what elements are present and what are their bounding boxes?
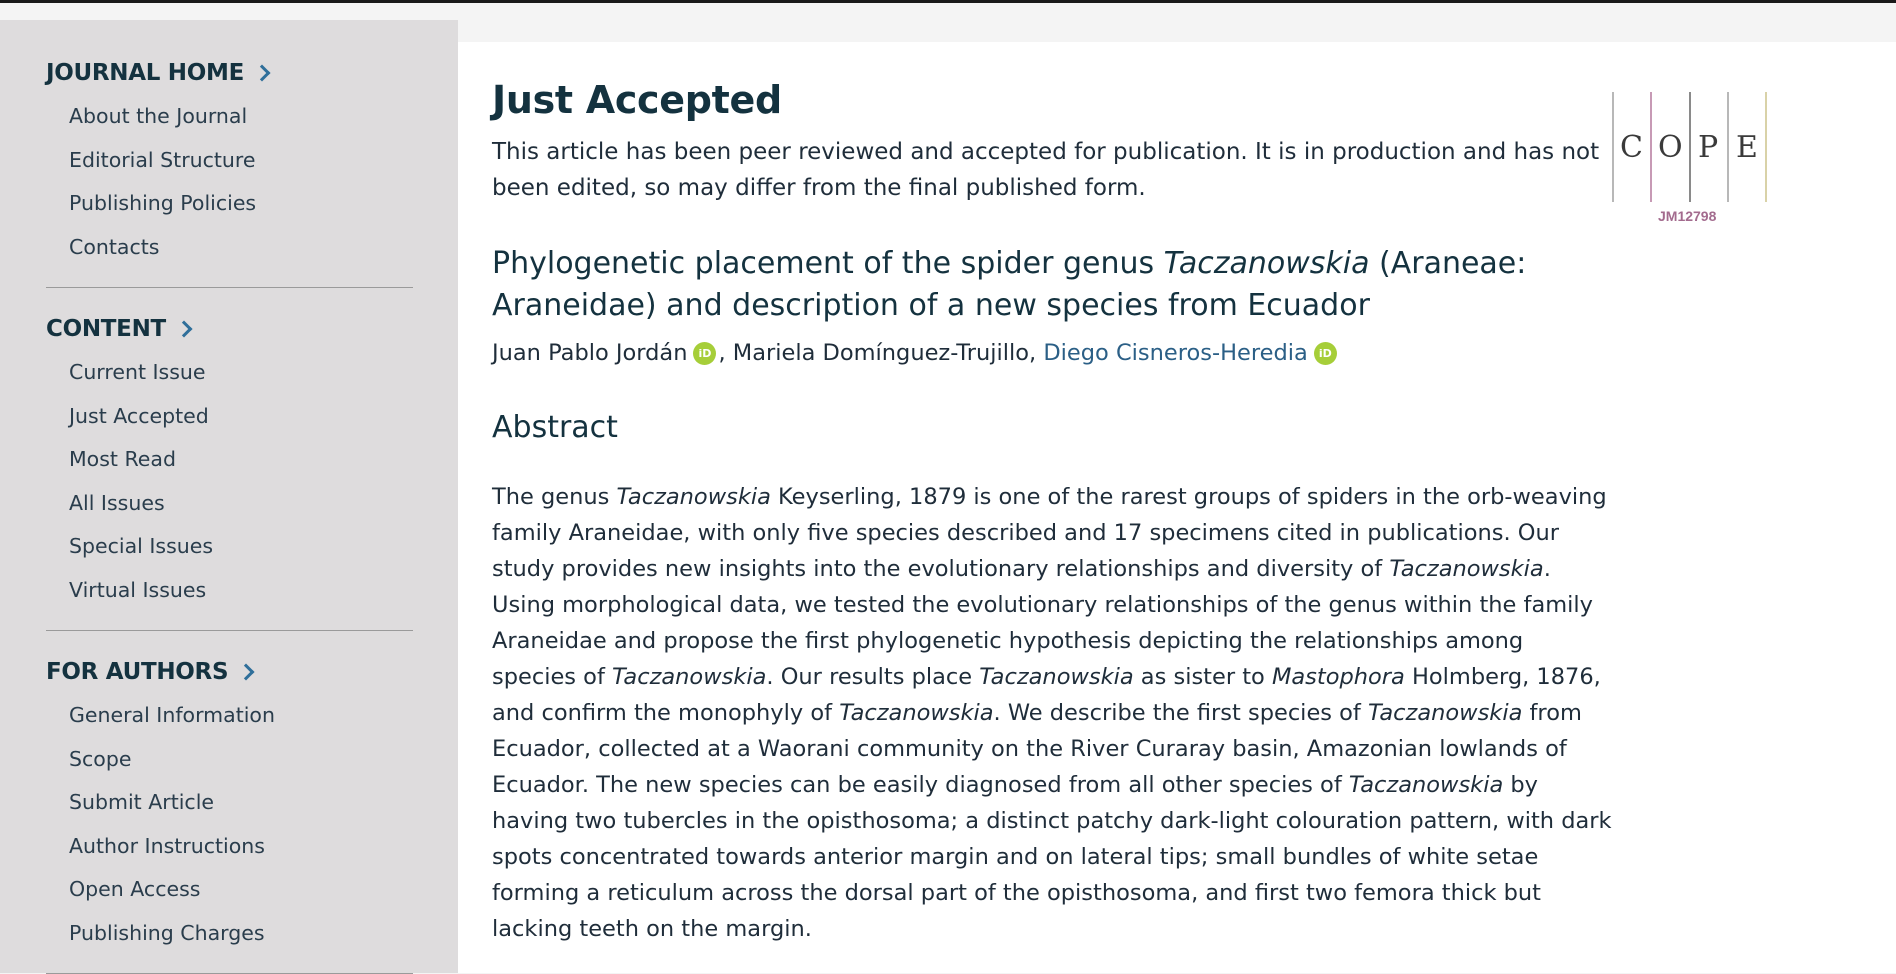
chevron-right-icon [175, 320, 193, 338]
title-genus: Taczanowskia [1163, 246, 1370, 281]
author-name: , Mariela Domínguez-Trujillo, [718, 340, 1044, 366]
cope-membership-code: JM12798 [1658, 208, 1717, 224]
cope-bar [1765, 92, 1767, 202]
sidebar: JOURNAL HOME About the Journal Editorial… [0, 20, 458, 974]
sidebar-heading-label: FOR AUTHORS [46, 659, 229, 685]
sidebar-item-current-issue[interactable]: Current Issue [46, 355, 413, 399]
cope-bar [1689, 92, 1691, 202]
sidebar-item-open-access[interactable]: Open Access [46, 872, 413, 916]
author-list: Juan Pablo Jordán iD, Mariela Domínguez-T… [492, 336, 1612, 370]
sidebar-item-submit-article[interactable]: Submit Article [46, 785, 413, 829]
cope-logo[interactable]: C O P E JM12798 [1610, 92, 1768, 232]
sidebar-section-journal-home: JOURNAL HOME About the Journal Editorial… [46, 56, 413, 288]
sidebar-heading-label: CONTENT [46, 316, 166, 342]
cope-bar [1727, 92, 1729, 202]
cope-bar [1612, 92, 1614, 202]
sidebar-item-special-issues[interactable]: Special Issues [46, 529, 413, 573]
sidebar-section-for-authors: FOR AUTHORS General Information Scope Su… [46, 655, 413, 974]
sidebar-item-virtual-issues[interactable]: Virtual Issues [46, 573, 413, 617]
sidebar-item-publishing-policies[interactable]: Publishing Policies [46, 186, 413, 230]
chevron-right-icon [237, 663, 255, 681]
sidebar-item-author-instructions[interactable]: Author Instructions [46, 829, 413, 873]
chevron-right-icon [253, 64, 271, 82]
cope-letter: P [1698, 130, 1719, 165]
sidebar-heading-content[interactable]: CONTENT [46, 312, 413, 346]
divider [46, 287, 413, 288]
sidebar-item-contacts[interactable]: Contacts [46, 230, 413, 274]
main-content: Just Accepted This article has been peer… [458, 42, 1896, 973]
sidebar-item-all-issues[interactable]: All Issues [46, 486, 413, 530]
sidebar-item-publishing-charges[interactable]: Publishing Charges [46, 916, 413, 960]
sidebar-item-editorial-structure[interactable]: Editorial Structure [46, 143, 413, 187]
abstract-text: The genus Taczanowskia Keyserling, 1879 … [492, 484, 1612, 942]
sidebar-item-just-accepted[interactable]: Just Accepted [46, 399, 413, 443]
author-link[interactable]: Diego Cisneros-Heredia [1043, 340, 1307, 366]
sidebar-item-about[interactable]: About the Journal [46, 99, 413, 143]
window-top-border [0, 0, 1896, 3]
author-name: Juan Pablo Jordán [492, 340, 688, 366]
orcid-icon[interactable]: iD [693, 342, 717, 365]
title-text: Phylogenetic placement of the spider gen… [492, 246, 1164, 281]
abstract-heading: Abstract [492, 410, 618, 445]
cope-letter: C [1620, 130, 1643, 165]
sidebar-heading-for-authors[interactable]: FOR AUTHORS [46, 655, 413, 689]
article-title: Phylogenetic placement of the spider gen… [492, 243, 1612, 327]
divider [46, 630, 413, 631]
sidebar-item-most-read[interactable]: Most Read [46, 442, 413, 486]
cope-letter: E [1736, 130, 1758, 165]
accepted-notice: This article has been peer reviewed and … [492, 139, 1600, 201]
sidebar-heading-label: JOURNAL HOME [46, 60, 245, 86]
cope-letter: O [1658, 130, 1683, 165]
page-title: Just Accepted [492, 78, 782, 122]
article-container: Just Accepted This article has been peer… [492, 78, 1612, 947]
sidebar-item-general-information[interactable]: General Information [46, 698, 413, 742]
sidebar-item-scope[interactable]: Scope [46, 742, 413, 786]
orcid-icon[interactable]: iD [1313, 342, 1337, 365]
sidebar-section-content: CONTENT Current Issue Just Accepted Most… [46, 312, 413, 631]
sidebar-heading-journal-home[interactable]: JOURNAL HOME [46, 56, 413, 90]
cope-bar [1650, 92, 1652, 202]
